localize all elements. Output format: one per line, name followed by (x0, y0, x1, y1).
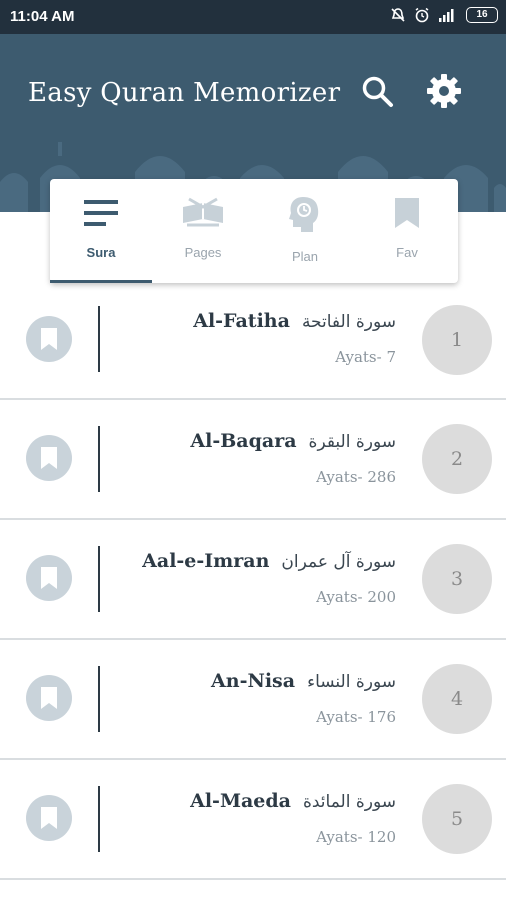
tab-sura[interactable]: Sura (50, 179, 152, 283)
row-divider (98, 786, 100, 852)
sura-number-badge: 3 (422, 544, 492, 614)
lines-icon (84, 200, 118, 226)
search-icon[interactable] (360, 74, 394, 108)
bookmark-icon (41, 328, 57, 350)
ayat-count: Ayats- 200 (316, 588, 396, 606)
bookmark-button[interactable] (26, 316, 72, 362)
open-quran-icon (183, 197, 223, 227)
sura-number-badge: 2 (422, 424, 492, 494)
sura-info: Al-Maeda سورة المائدة Ayats- 120 (190, 790, 396, 846)
bookmark-icon (41, 447, 57, 469)
tab-bar: Sura Pages Plan Fav (50, 179, 458, 283)
mute-icon (391, 8, 405, 22)
sura-info: Aal-e-Imran سورة آل عمران Ayats- 200 (142, 550, 396, 606)
status-icons: 16 (390, 7, 498, 23)
sura-number-badge: 4 (422, 664, 492, 734)
sura-name-arabic: سورة النساء (307, 672, 396, 692)
sura-name-english: Al-Fatiha (193, 310, 290, 332)
row-divider (98, 546, 100, 612)
sura-list: Al-Fatiha سورة الفاتحة Ayats- 7 1 Al-Baqa… (0, 280, 506, 880)
bookmark-icon (41, 687, 57, 709)
sura-name-english: Al-Baqara (190, 430, 297, 452)
bookmark-button[interactable] (26, 795, 72, 841)
status-time: 11:04 AM (10, 8, 75, 25)
tab-label: Fav (396, 245, 418, 260)
sura-name-arabic: سورة آل عمران (281, 552, 396, 572)
row-divider (98, 426, 100, 492)
sura-name-arabic: سورة المائدة (302, 792, 396, 812)
head-plan-icon (289, 197, 319, 232)
status-bar: 11:04 AM 16 (0, 0, 506, 34)
sura-row[interactable]: An-Nisa سورة النساء Ayats- 176 4 (0, 640, 506, 760)
tab-pages[interactable]: Pages (152, 179, 254, 283)
row-divider (98, 306, 100, 372)
sura-name-english: An-Nisa (211, 670, 296, 692)
ayat-count: Ayats- 176 (316, 708, 396, 726)
ayat-count: Ayats- 7 (335, 348, 396, 366)
sura-name-english: Aal-e-Imran (142, 550, 270, 572)
battery-icon: 16 (466, 7, 498, 23)
tab-label: Pages (184, 245, 222, 260)
row-divider (98, 666, 100, 732)
sura-row[interactable]: Al-Maeda سورة المائدة Ayats- 120 5 (0, 760, 506, 880)
sura-name-arabic: سورة البقرة (308, 432, 396, 452)
sura-name-english: Al-Maeda (190, 790, 291, 812)
app-title: Easy Quran Memorizer (28, 78, 341, 108)
bookmark-icon (41, 567, 57, 589)
sura-info: Al-Fatiha سورة الفاتحة Ayats- 7 (193, 310, 396, 366)
sura-row[interactable]: Aal-e-Imran سورة آل عمران Ayats- 200 3 (0, 520, 506, 640)
bookmark-button[interactable] (26, 555, 72, 601)
sura-number-badge: 5 (422, 784, 492, 854)
alarm-icon (415, 7, 429, 23)
sura-info: An-Nisa سورة النساء Ayats- 176 (211, 670, 396, 726)
tab-label: Sura (86, 245, 116, 260)
sura-name-arabic: سورة الفاتحة (301, 312, 396, 332)
bookmark-icon (395, 198, 419, 228)
bookmark-button[interactable] (26, 675, 72, 721)
sura-row[interactable]: Al-Fatiha سورة الفاتحة Ayats- 7 1 (0, 280, 506, 400)
tab-fav[interactable]: Fav (356, 179, 458, 283)
sura-info: Al-Baqara سورة البقرة Ayats- 286 (190, 430, 396, 486)
ayat-count: Ayats- 286 (316, 468, 396, 486)
tab-plan[interactable]: Plan (254, 179, 356, 283)
tab-label: Plan (291, 249, 319, 264)
bookmark-icon (41, 807, 57, 829)
sura-number-badge: 1 (422, 305, 492, 375)
gear-icon[interactable] (425, 72, 463, 110)
bookmark-button[interactable] (26, 435, 72, 481)
sura-row[interactable]: Al-Baqara سورة البقرة Ayats- 286 2 (0, 400, 506, 520)
signal-icon (439, 9, 454, 22)
ayat-count: Ayats- 120 (316, 828, 396, 846)
